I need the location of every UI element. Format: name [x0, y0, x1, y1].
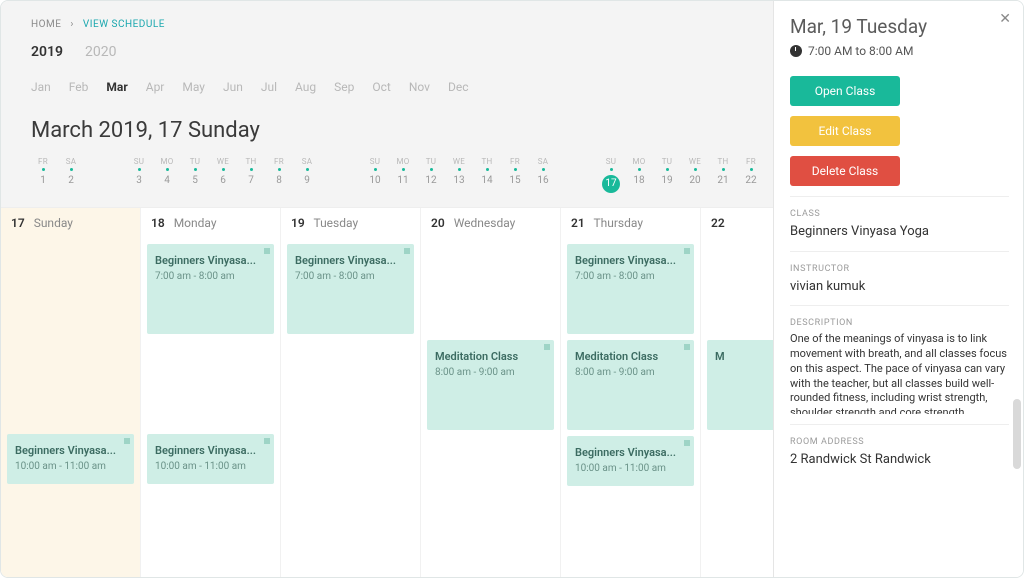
calendar-event[interactable]: Beginners Vinyasa...10:00 am - 11:00 am — [147, 434, 274, 484]
mini-day-10[interactable]: SU10 — [361, 157, 389, 193]
mini-day-13[interactable]: WE13 — [445, 157, 473, 193]
scrollbar[interactable] — [1013, 399, 1021, 469]
month-apr[interactable]: Apr — [146, 80, 165, 94]
day-column-17: 17 Sunday Beginners Vinyasa...10:00 am - … — [1, 208, 141, 577]
breadcrumb: HOME › VIEW SCHEDULE — [1, 1, 773, 40]
month-sep[interactable]: Sep — [334, 80, 354, 94]
day-column-21: 21 Thursday Beginners Vinyasa...7:00 am -… — [561, 208, 701, 577]
description-value: One of the meanings of vinyasa is to lin… — [790, 332, 1009, 414]
mini-day-19[interactable]: TU19 — [653, 157, 681, 193]
year-selector: 2019 2020 — [1, 40, 773, 66]
calendar-event[interactable]: Meditation Class8:00 am - 9:00 am — [427, 340, 554, 430]
day-header: 22 — [707, 216, 773, 230]
day-column-22: 22 M — [701, 208, 773, 577]
page-title: March 2019, 17 Sunday — [1, 104, 773, 149]
mini-day-14[interactable]: TH14 — [473, 157, 501, 193]
month-nov[interactable]: Nov — [409, 80, 430, 94]
month-may[interactable]: May — [182, 80, 205, 94]
calendar-event[interactable]: M — [707, 340, 773, 430]
breadcrumb-home[interactable]: HOME — [31, 19, 61, 30]
mini-day-7[interactable]: TH7 — [237, 157, 265, 193]
open-class-button[interactable]: Open Class — [790, 76, 900, 106]
class-label: CLASS — [790, 209, 1009, 219]
day-column-20: 20 Wednesday Meditation Class8:00 am - 9:… — [421, 208, 561, 577]
month-aug[interactable]: Aug — [295, 80, 316, 94]
section-address: ROOM ADDRESS 2 Randwick St Randwick — [790, 424, 1009, 479]
detail-time-text: 7:00 AM to 8:00 AM — [808, 44, 913, 58]
mini-day-1[interactable]: FR1 — [29, 157, 57, 193]
day-column-19: 19 Tuesday Beginners Vinyasa...7:00 am - … — [281, 208, 421, 577]
month-oct[interactable]: Oct — [372, 80, 390, 94]
month-selector: Jan Feb Mar Apr May Jun Jul Aug Sep Oct Nov Dec — [1, 66, 773, 104]
calendar-event[interactable]: Beginners Vinyasa...7:00 am - 8:00 am — [287, 244, 414, 334]
day-header: 21 Thursday — [567, 216, 694, 230]
address-label: ROOM ADDRESS — [790, 437, 1009, 447]
section-description: DESCRIPTION One of the meanings of vinya… — [790, 305, 1009, 424]
month-dec[interactable]: Dec — [448, 80, 469, 94]
day-column-18: 18 Monday Beginners Vinyasa...7:00 am - 8… — [141, 208, 281, 577]
clock-icon — [790, 45, 802, 57]
mini-day-22[interactable]: FR22 — [737, 157, 765, 193]
mini-day-20[interactable]: WE20 — [681, 157, 709, 193]
mini-day-4[interactable]: MO4 — [153, 157, 181, 193]
year-2020[interactable]: 2020 — [85, 44, 116, 60]
mini-day-21[interactable]: TH21 — [709, 157, 737, 193]
mini-day-11[interactable]: MO11 — [389, 157, 417, 193]
day-header: 19 Tuesday — [287, 216, 414, 230]
detail-time: 7:00 AM to 8:00 AM — [790, 44, 1009, 58]
delete-class-button[interactable]: Delete Class — [790, 156, 900, 186]
description-label: DESCRIPTION — [790, 318, 1009, 328]
mini-day-6[interactable]: WE6 — [209, 157, 237, 193]
mini-day-12[interactable]: TU12 — [417, 157, 445, 193]
mini-day-3[interactable]: SU3 — [125, 157, 153, 193]
calendar-event[interactable]: Beginners Vinyasa...7:00 am - 8:00 am — [147, 244, 274, 334]
mini-day-17[interactable]: SU17 — [597, 157, 625, 193]
instructor-value: vivian kumuk — [790, 278, 1009, 296]
main-panel: HOME › VIEW SCHEDULE 2019 2020 Jan Feb Mar A… — [1, 1, 773, 577]
instructor-label: INSTRUCTOR — [790, 264, 1009, 274]
breadcrumb-sep: › — [70, 19, 74, 30]
section-instructor: INSTRUCTOR vivian kumuk — [790, 251, 1009, 306]
week-view: 17 Sunday Beginners Vinyasa...10:00 am - … — [1, 207, 773, 577]
detail-date: Mar, 19 Tuesday — [790, 15, 1009, 38]
close-icon[interactable]: ✕ — [999, 11, 1011, 27]
month-jun[interactable]: Jun — [223, 80, 243, 94]
month-mar[interactable]: Mar — [106, 80, 127, 94]
mini-day-2[interactable]: SA2 — [57, 157, 85, 193]
calendar-event[interactable]: Beginners Vinyasa...10:00 am - 11:00 am — [567, 436, 694, 486]
mini-calendar-row: FR1SA2SU3MO4TU5WE6TH7FR8SA9SU10MO11TU12W… — [1, 149, 773, 193]
edit-class-button[interactable]: Edit Class — [790, 116, 900, 146]
month-jan[interactable]: Jan — [31, 80, 51, 94]
mini-day-9[interactable]: SA9 — [293, 157, 321, 193]
address-value: 2 Randwick St Randwick — [790, 451, 1009, 469]
section-class: CLASS Beginners Vinyasa Yoga — [790, 196, 1009, 251]
class-value: Beginners Vinyasa Yoga — [790, 223, 1009, 241]
mini-day-16[interactable]: SA16 — [529, 157, 557, 193]
month-feb[interactable]: Feb — [69, 80, 89, 94]
mini-day-15[interactable]: FR15 — [501, 157, 529, 193]
year-2019[interactable]: 2019 — [31, 44, 63, 60]
month-jul[interactable]: Jul — [261, 80, 277, 94]
mini-day-18[interactable]: MO18 — [625, 157, 653, 193]
mini-day-5[interactable]: TU5 — [181, 157, 209, 193]
day-header: 17 Sunday — [7, 216, 134, 230]
calendar-event[interactable]: Beginners Vinyasa...10:00 am - 11:00 am — [7, 434, 134, 484]
calendar-event[interactable]: Meditation Class8:00 am - 9:00 am — [567, 340, 694, 430]
detail-panel: ✕ Mar, 19 Tuesday 7:00 AM to 8:00 AM Ope… — [773, 1, 1023, 577]
day-header: 20 Wednesday — [427, 216, 554, 230]
breadcrumb-current[interactable]: VIEW SCHEDULE — [83, 19, 165, 30]
mini-day-8[interactable]: FR8 — [265, 157, 293, 193]
calendar-event[interactable]: Beginners Vinyasa...7:00 am - 8:00 am — [567, 244, 694, 334]
day-header: 18 Monday — [147, 216, 274, 230]
